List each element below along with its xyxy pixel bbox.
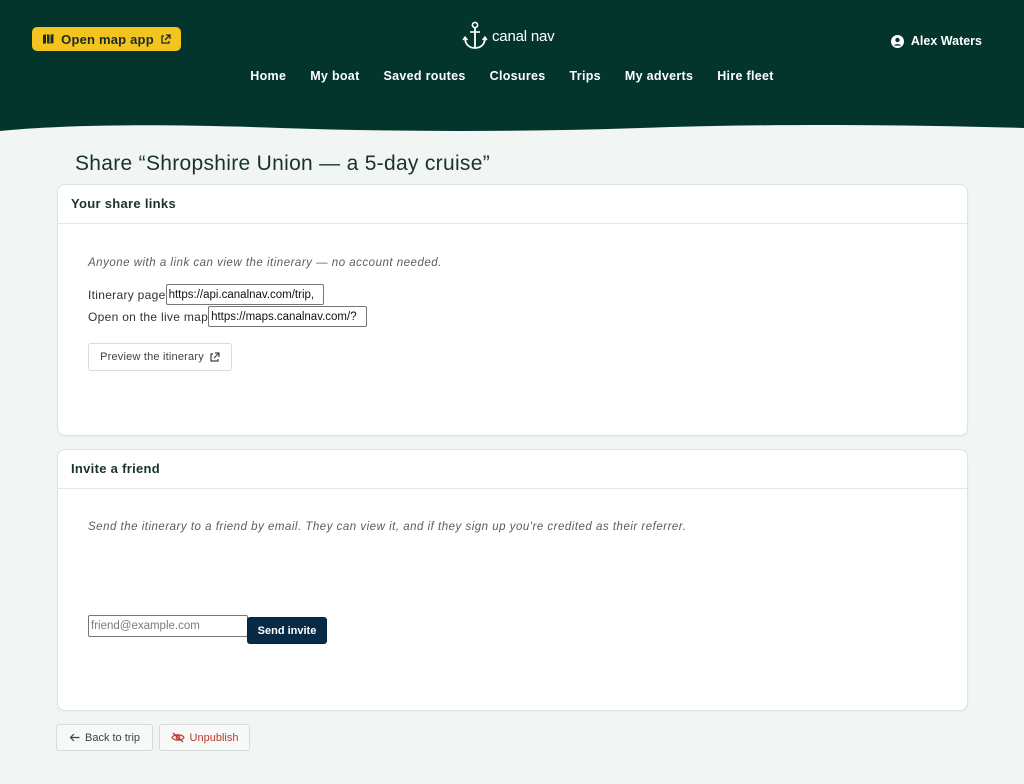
nav-my-boat[interactable]: My boat	[310, 69, 359, 87]
back-to-trip-label: Back to trip	[84, 731, 141, 744]
back-to-trip-button[interactable]: Back to trip	[56, 724, 153, 751]
invite-heading: Invite a friend	[58, 450, 967, 489]
unpublish-label: Unpublish	[189, 731, 239, 744]
anchor-icon	[462, 21, 488, 49]
user-menu[interactable]: Alex Waters	[890, 33, 982, 49]
page-title: Share “Shropshire Union — a 5-day cruise…	[75, 152, 490, 175]
friend-email-input[interactable]	[88, 615, 248, 637]
open-map-app-button[interactable]: Open map app	[32, 27, 181, 51]
preview-itinerary-button[interactable]: Preview the itinerary	[88, 343, 232, 371]
nav-my-adverts[interactable]: My adverts	[625, 69, 693, 87]
live-map-link-row: Open on the live map	[88, 306, 368, 327]
invite-hint: Send the itinerary to a friend by email.…	[88, 521, 687, 533]
main-nav: Home My boat Saved routes Closures Trips…	[0, 69, 1024, 87]
external-link-icon	[210, 351, 220, 362]
live-map-link-label: Open on the live map	[88, 309, 209, 324]
share-links-hint: Anyone with a link can view the itinerar…	[88, 257, 442, 269]
nav-trips[interactable]: Trips	[570, 69, 601, 87]
send-invite-button[interactable]: Send invite	[247, 617, 327, 644]
itinerary-link-row: Itinerary page	[88, 284, 324, 305]
live-map-link-field[interactable]	[208, 306, 368, 327]
nav-closures[interactable]: Closures	[490, 69, 546, 87]
invite-card: Invite a friend Send the itinerary to a …	[57, 449, 968, 711]
itinerary-link-field[interactable]	[165, 284, 324, 305]
eye-slash-icon	[170, 732, 185, 743]
arrow-left-icon	[69, 733, 80, 742]
itinerary-link-label: Itinerary page	[88, 287, 166, 302]
share-links-card: Your share links Anyone with a link can …	[57, 184, 968, 436]
nav-home[interactable]: Home	[250, 69, 286, 87]
nav-saved-routes[interactable]: Saved routes	[384, 69, 466, 87]
share-links-heading: Your share links	[58, 185, 967, 224]
nav-hire-fleet[interactable]: Hire fleet	[717, 69, 774, 87]
preview-itinerary-label: Preview the itinerary	[100, 351, 204, 363]
brand-logo[interactable]: canal nav	[462, 21, 555, 51]
site-header: Open map app canal nav Alex Waters Home …	[0, 0, 1024, 134]
map-icon	[43, 34, 54, 44]
open-map-app-label: Open map app	[61, 31, 154, 47]
unpublish-button[interactable]: Unpublish	[159, 724, 250, 751]
external-link-icon	[161, 33, 171, 44]
user-name: Alex Waters	[910, 34, 982, 48]
user-avatar-icon	[890, 34, 904, 48]
brand-name: canal nav	[492, 27, 555, 45]
